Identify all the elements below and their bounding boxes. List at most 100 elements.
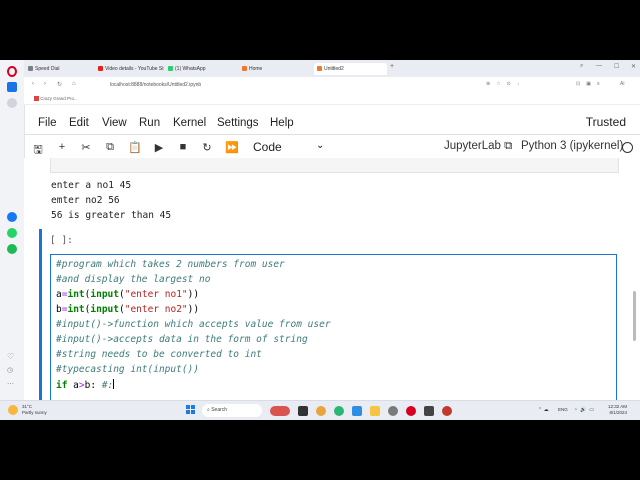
cut-icon[interactable]: ✂ xyxy=(80,141,92,154)
youtube-icon xyxy=(98,66,103,71)
speed-dial-icon xyxy=(28,66,33,71)
edge-icon[interactable] xyxy=(334,406,344,416)
menu-bar: File Edit View Run Kernel Settings Help … xyxy=(24,112,640,135)
search-tabs-icon[interactable]: ⌕ xyxy=(580,63,583,70)
paste-icon[interactable]: 📋 xyxy=(128,141,142,154)
maximize-button[interactable]: ☐ xyxy=(614,63,619,70)
taskbar-search[interactable]: ⌕ Search xyxy=(202,404,262,417)
menu-view[interactable]: View xyxy=(102,117,127,129)
menu-file[interactable]: File xyxy=(38,117,57,129)
chrome-icon[interactable] xyxy=(316,406,326,416)
store-icon[interactable] xyxy=(352,406,362,416)
whatsapp-icon xyxy=(168,66,173,71)
address-actions-icon[interactable]: ⊕☆⊙↓ xyxy=(486,81,525,87)
kernel-status-icon xyxy=(622,142,633,153)
address-bar: ‹ › ↻ ⌂ localhost:8888/notebooks/Untitle… xyxy=(24,77,640,95)
new-tab-button[interactable]: + xyxy=(390,63,394,70)
trusted-indicator[interactable]: Trusted xyxy=(586,115,626,129)
kernel-name[interactable]: Python 3 (ipykernel) xyxy=(521,140,623,152)
code-line: a=int(input("enter no1")) xyxy=(56,289,200,300)
code-line: #typecasting int(input()) xyxy=(56,364,199,375)
stop-icon[interactable]: ■ xyxy=(177,141,189,153)
spotify-icon[interactable] xyxy=(7,244,17,254)
app-icon[interactable] xyxy=(442,406,452,416)
more-icon[interactable]: ⋯ xyxy=(7,380,17,390)
home-nav-icon[interactable]: ⌂ xyxy=(72,81,76,87)
scrollbar[interactable] xyxy=(633,158,636,400)
ai-icon[interactable]: Ai xyxy=(620,81,624,87)
tray-icons[interactable]: ⌃ ☁ xyxy=(538,407,549,413)
output-line: enter a no1 45 xyxy=(51,180,132,191)
bookmarks-bar: Crazy Grand Pro... xyxy=(24,94,640,105)
jupyterlab-link[interactable]: JupyterLab ⧉ xyxy=(444,140,512,153)
settings-icon[interactable] xyxy=(388,406,398,416)
messenger-icon[interactable] xyxy=(7,212,17,222)
external-link-icon: ⧉ xyxy=(504,140,513,152)
weather-icon[interactable] xyxy=(8,405,18,415)
reload-icon[interactable]: ↻ xyxy=(57,81,62,88)
explorer-folder-icon[interactable] xyxy=(370,406,380,416)
copy-icon[interactable]: ⧉ xyxy=(104,141,116,154)
tab-strip: Speed Dial Video details - YouTube St (1… xyxy=(24,60,640,77)
code-line: #input()->function which accepts value f… xyxy=(56,319,331,330)
forward-icon[interactable]: › xyxy=(44,81,46,87)
taskbar: 31°C Partly sunny ⌕ Search ⌃ ☁ ENG ◔🔊▭ 1… xyxy=(0,400,640,420)
cell-type-value: Code xyxy=(253,140,282,154)
code-editor[interactable]: #program which takes 2 numbers from user… xyxy=(50,254,617,401)
url-field[interactable]: localhost:8888/notebooks/Untitled2.ipynb xyxy=(110,82,201,88)
tab-whatsapp[interactable]: (1) WhatsApp xyxy=(168,63,236,75)
language-indicator[interactable]: ENG xyxy=(558,407,568,412)
menu-run[interactable]: Run xyxy=(139,117,160,129)
menu-kernel[interactable]: Kernel xyxy=(173,117,206,129)
bookmark-item[interactable]: Crazy Grand Pro... xyxy=(40,96,78,101)
close-window-button[interactable]: ✕ xyxy=(631,63,636,70)
menu-settings[interactable]: Settings xyxy=(217,117,259,129)
active-cell-marker xyxy=(39,229,42,400)
previous-cell-input[interactable] xyxy=(50,158,619,173)
minimize-button[interactable]: — xyxy=(596,63,602,69)
extensions-icon[interactable]: ⊡▣≡ xyxy=(576,81,606,87)
whatsapp-icon[interactable] xyxy=(7,228,17,238)
cell-type-select[interactable]: Code ⌄ xyxy=(253,140,324,154)
tab-home[interactable]: Home xyxy=(242,63,310,75)
tab-speed-dial[interactable]: Speed Dial xyxy=(28,63,96,75)
opera-taskbar-icon[interactable] xyxy=(406,406,416,416)
notebook-area: enter a no1 45 emter no2 56 56 is greate… xyxy=(24,158,640,401)
menu-edit[interactable]: Edit xyxy=(69,117,89,129)
screen: ♡ ◷ ⋯ Speed Dial Video details - YouTube… xyxy=(0,60,640,420)
scrollbar-thumb[interactable] xyxy=(633,291,636,341)
windows-start-icon[interactable] xyxy=(186,405,196,415)
home-icon[interactable] xyxy=(7,82,17,92)
chevron-down-icon: ⌄ xyxy=(316,140,325,151)
system-tray-icons[interactable]: ◔🔊▭ xyxy=(574,407,597,413)
output-line: 56 is greater than 45 xyxy=(51,210,172,221)
output-line: emter no2 56 xyxy=(51,195,120,206)
code-line: b=int(input("enter no2")) xyxy=(56,304,200,315)
code-line: #and display the largest no xyxy=(56,274,211,285)
tab-untitled2[interactable]: Untitled2 xyxy=(314,63,387,75)
widgets-icon[interactable] xyxy=(270,406,290,416)
fast-forward-icon[interactable]: ⏩ xyxy=(225,141,239,154)
clock[interactable]: 12:32 AM 8/1/2024 xyxy=(608,404,627,416)
browser-sidebar: ♡ ◷ ⋯ xyxy=(0,60,25,400)
text-cursor xyxy=(113,379,115,389)
restart-icon[interactable]: ↻ xyxy=(201,141,213,154)
code-line: #input()->accepts data in the form of st… xyxy=(56,334,308,345)
code-line: #program which takes 2 numbers from user xyxy=(56,259,285,270)
tab-youtube[interactable]: Video details - YouTube St xyxy=(98,63,166,75)
terminal-icon[interactable] xyxy=(424,406,434,416)
file-explorer-icon[interactable] xyxy=(298,406,308,416)
bookmark-icon xyxy=(34,96,39,101)
menu-help[interactable]: Help xyxy=(270,117,294,129)
heart-icon[interactable]: ♡ xyxy=(7,352,17,362)
add-cell-icon[interactable]: + xyxy=(56,141,68,153)
search-icon: ⌕ xyxy=(207,407,210,413)
history-icon[interactable]: ◷ xyxy=(7,366,17,376)
run-icon[interactable]: ▶ xyxy=(153,141,165,154)
code-line: #string needs to be converted to int xyxy=(56,349,262,360)
feed-icon[interactable] xyxy=(7,98,17,108)
weather-widget[interactable]: 31°C Partly sunny xyxy=(22,404,47,416)
cell-prompt: [ ]: xyxy=(50,235,73,246)
opera-logo-icon[interactable] xyxy=(7,66,17,77)
back-icon[interactable]: ‹ xyxy=(32,81,34,87)
